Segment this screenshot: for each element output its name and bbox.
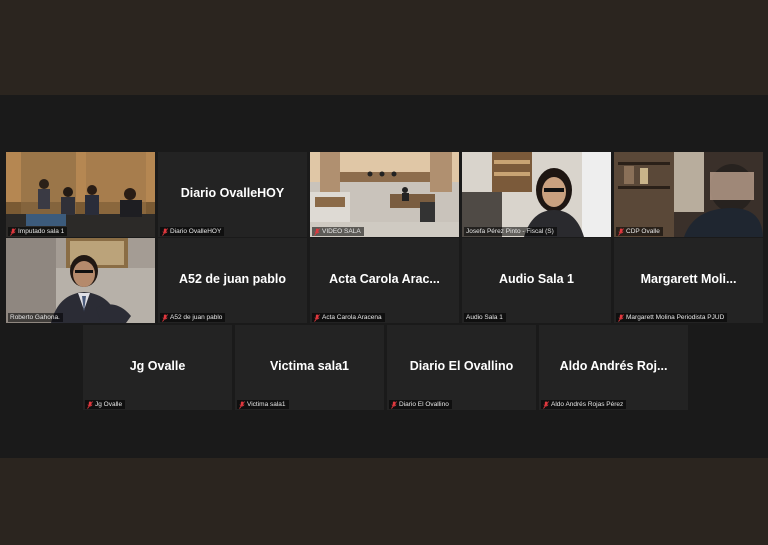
- participant-name: VIDEO SALA: [322, 228, 361, 235]
- participant-tile-acta-carola[interactable]: Acta Carola Arac... Acta Carola Aracena: [310, 238, 459, 323]
- video-meeting-window: Imputado sala 1 Diario OvalleHOY Diario …: [0, 0, 768, 545]
- participant-video-feed: [6, 152, 155, 237]
- participant-gallery: Imputado sala 1 Diario OvalleHOY Diario …: [0, 95, 768, 458]
- participant-name: Victima sala1: [247, 401, 286, 408]
- participant-name-tag: Margarett Molina Periodista PJUD: [616, 313, 728, 322]
- participant-video-feed: [614, 152, 763, 237]
- participant-video-feed: [462, 152, 611, 237]
- participant-name: A52 de juan pablo: [170, 314, 223, 321]
- participant-name: Imputado sala 1: [18, 228, 65, 235]
- participant-display-name: Audio Sala 1: [498, 272, 575, 286]
- participant-name: Roberto Gahona.: [10, 314, 60, 321]
- participant-name: Margarett Molina Periodista PJUD: [626, 314, 725, 321]
- participant-display-name: Acta Carola Arac...: [329, 272, 440, 286]
- participant-name: Josefa Pérez Pinto - Fiscal (S): [466, 228, 554, 235]
- participant-name-tag: Roberto Gahona.: [8, 313, 63, 322]
- participant-display-name: Margarett Moli...: [640, 272, 737, 286]
- participant-tile-josefa[interactable]: Josefa Pérez Pinto - Fiscal (S): [462, 152, 611, 237]
- participant-tile-victima[interactable]: Victima sala1 Victima sala1: [235, 325, 384, 410]
- participant-name-tag: Audio Sala 1: [464, 313, 506, 322]
- participant-name-tag: CDP Ovalle: [616, 227, 663, 236]
- participant-display-name: Aldo Andrés Roj...: [559, 359, 668, 373]
- participant-name: Diario OvalleHOY: [170, 228, 222, 235]
- participant-name-tag: A52 de juan pablo: [160, 313, 226, 322]
- participant-name-tag: VIDEO SALA: [312, 227, 364, 236]
- participant-tile-roberto[interactable]: Roberto Gahona.: [6, 238, 155, 323]
- bottom-letterbox: [0, 458, 768, 545]
- muted-mic-icon: [10, 227, 16, 236]
- participant-tile-audio-sala[interactable]: Audio Sala 1 Audio Sala 1: [462, 238, 611, 323]
- participant-tile-video-sala[interactable]: VIDEO SALA: [310, 152, 459, 237]
- participant-name: Aldo Andrés Rojas Pérez: [551, 401, 624, 408]
- participant-name-tag: Aldo Andrés Rojas Pérez: [541, 400, 627, 409]
- muted-mic-icon: [618, 227, 624, 236]
- participant-video-feed: [310, 152, 459, 237]
- muted-mic-icon: [618, 313, 624, 322]
- participant-name-tag: Victima sala1: [237, 400, 289, 409]
- participant-display-name: Diario OvalleHOY: [180, 186, 285, 200]
- participant-name-tag: Diario OvalleHOY: [160, 227, 225, 236]
- participant-name: Acta Carola Aracena: [322, 314, 382, 321]
- top-letterbox: [0, 0, 768, 95]
- participant-tile-a52[interactable]: A52 de juan pablo A52 de juan pablo: [158, 238, 307, 323]
- participant-name: Diario El Ovallino: [399, 401, 449, 408]
- muted-mic-icon: [314, 313, 320, 322]
- participant-tile-imputado[interactable]: Imputado sala 1: [6, 152, 155, 237]
- participant-name-tag: Jg Ovalle: [85, 400, 126, 409]
- participant-tile-aldo[interactable]: Aldo Andrés Roj... Aldo Andrés Rojas Pér…: [539, 325, 688, 410]
- participant-name-tag: Imputado sala 1: [8, 227, 68, 236]
- participant-tile-diario-ovallino[interactable]: Diario El Ovallino Diario El Ovallino: [387, 325, 536, 410]
- participant-name: CDP Ovalle: [626, 228, 660, 235]
- participant-tile-margarett[interactable]: Margarett Moli... Margarett Molina Perio…: [614, 238, 763, 323]
- participant-tile-jg-ovalle[interactable]: Jg Ovalle Jg Ovalle: [83, 325, 232, 410]
- participant-video-feed: [6, 238, 155, 323]
- participant-display-name: Diario El Ovallino: [409, 359, 514, 373]
- participant-name: Audio Sala 1: [466, 314, 503, 321]
- participant-name-tag: Acta Carola Aracena: [312, 313, 385, 322]
- muted-mic-icon: [162, 313, 168, 322]
- muted-mic-icon: [314, 227, 320, 236]
- participant-name: Jg Ovalle: [95, 401, 123, 408]
- muted-mic-icon: [391, 400, 397, 409]
- participant-name-tag: Josefa Pérez Pinto - Fiscal (S): [464, 227, 557, 236]
- participant-display-name: Jg Ovalle: [129, 359, 186, 373]
- participant-display-name: Victima sala1: [270, 359, 349, 373]
- muted-mic-icon: [87, 400, 93, 409]
- muted-mic-icon: [543, 400, 549, 409]
- muted-mic-icon: [162, 227, 168, 236]
- participant-tile-diario-ovallehoy[interactable]: Diario OvalleHOY Diario OvalleHOY: [158, 152, 307, 237]
- participant-tile-cdp-ovalle[interactable]: CDP Ovalle: [614, 152, 763, 237]
- participant-name-tag: Diario El Ovallino: [389, 400, 452, 409]
- muted-mic-icon: [239, 400, 245, 409]
- participant-display-name: A52 de juan pablo: [179, 272, 286, 286]
